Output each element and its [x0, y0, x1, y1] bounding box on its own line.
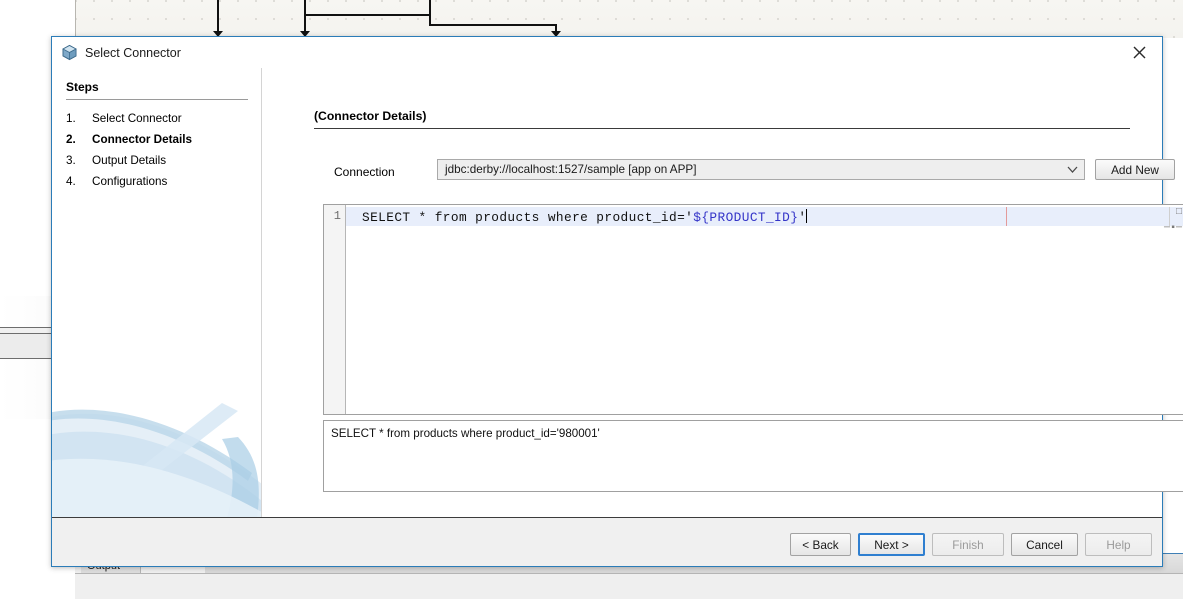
flow-diagram-connectors: [213, 0, 561, 37]
editor-right-margin-marker: [1006, 207, 1007, 226]
dialog-body: Steps 1. Select Connector 2. Connector D…: [52, 68, 1183, 566]
next-button[interactable]: Next >: [858, 533, 925, 556]
step-item-1: 1. Select Connector: [66, 110, 253, 127]
panel-title: (Connector Details): [314, 109, 427, 123]
dialog-button-bar: < Back Next > Finish Cancel Help: [52, 517, 1162, 566]
step-number: 2.: [66, 133, 76, 146]
sql-preview-box[interactable]: SELECT * from products where product_id=…: [323, 420, 1183, 492]
step-number: 1.: [66, 112, 76, 125]
editor-gutter: 1: [324, 205, 346, 414]
sql-preview-text: SELECT * from products where product_id=…: [331, 427, 600, 440]
close-button[interactable]: [1116, 37, 1162, 68]
sql-code-line: SELECT * from products where product_id=…: [362, 209, 808, 225]
connection-label: Connection: [334, 165, 395, 179]
sql-editor[interactable]: 1 SELECT * from products where product_i…: [323, 204, 1183, 415]
text-caret: [806, 209, 808, 223]
add-new-button[interactable]: Add New: [1095, 159, 1175, 180]
output-dock-body: [75, 573, 1183, 599]
connection-selected-value: jdbc:derby://localhost:1527/sample [app …: [445, 163, 697, 176]
step-label: Output Details: [92, 154, 167, 167]
dialog-titlebar[interactable]: Select Connector: [52, 37, 1162, 68]
connector-details-panel: (Connector Details) Connection jdbc:derb…: [262, 68, 1183, 518]
sql-code-prefix: SELECT * from products where product_id=…: [362, 210, 694, 225]
cube-icon: [62, 44, 77, 61]
panel-title-rule: [314, 128, 1130, 129]
step-item-4: 4. Configurations: [66, 173, 253, 190]
help-button: Help: [1085, 533, 1152, 556]
line-number: 1: [333, 209, 341, 223]
sql-code-variable: ${PRODUCT_ID}: [693, 210, 799, 225]
back-button[interactable]: < Back: [790, 533, 851, 556]
connection-select[interactable]: jdbc:derby://localhost:1527/sample [app …: [437, 159, 1085, 180]
decorative-swoosh-graphic: [52, 403, 261, 518]
sql-code-suffix: ': [798, 210, 807, 225]
step-label: Configurations: [92, 175, 168, 188]
step-item-2: 2. Connector Details: [66, 131, 253, 148]
editor-annotation-glyph-bottom[interactable]: ─▪─: [1164, 223, 1182, 234]
step-label: Connector Details: [92, 133, 193, 146]
steps-heading-rule: [66, 99, 248, 100]
steps-list: 1. Select Connector 2. Connector Details…: [66, 110, 253, 194]
cancel-button[interactable]: Cancel: [1011, 533, 1078, 556]
finish-button: Finish: [932, 533, 1004, 556]
close-icon: [1133, 46, 1145, 59]
step-number: 3.: [66, 154, 76, 167]
step-number: 4.: [66, 175, 76, 188]
steps-heading: Steps: [66, 80, 99, 94]
chevron-down-icon[interactable]: [1060, 160, 1084, 179]
select-connector-dialog: Select Connector Steps 1. Select Connect…: [51, 36, 1183, 567]
step-item-3: 3. Output Details: [66, 152, 253, 169]
steps-panel: Steps 1. Select Connector 2. Connector D…: [52, 68, 261, 518]
dialog-title: Select Connector: [85, 45, 181, 60]
step-label: Select Connector: [92, 112, 182, 125]
editor-annotation-glyph-top[interactable]: □: [1176, 207, 1182, 218]
